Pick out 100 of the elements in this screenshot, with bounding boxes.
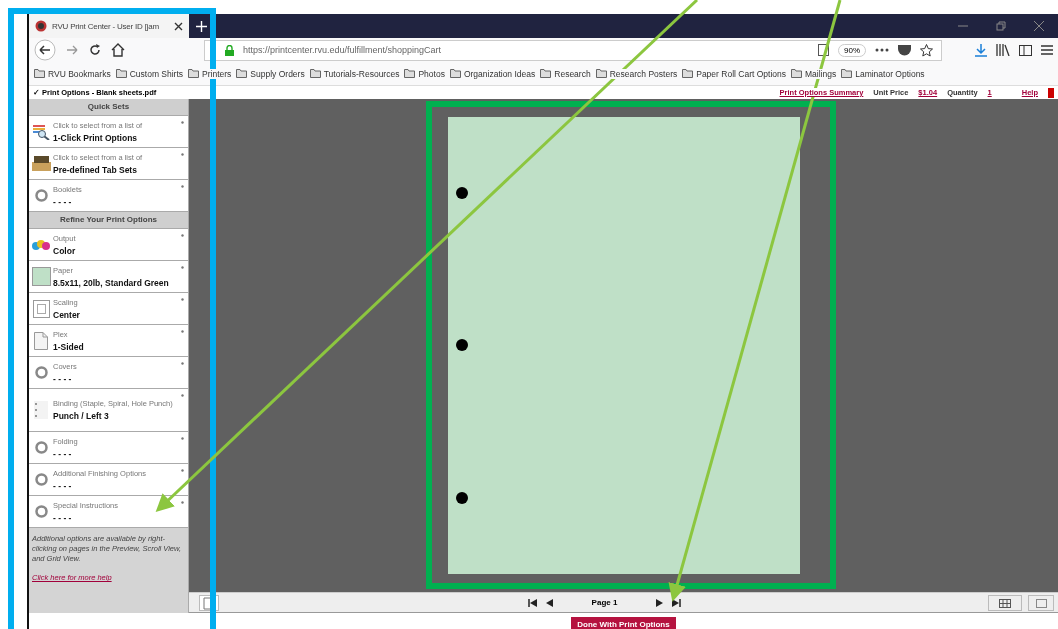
bookmark-label[interactable]: Mailings bbox=[805, 68, 837, 79]
bookmark-label[interactable]: Custom Shirts bbox=[129, 68, 184, 79]
bookmark[interactable]: Mailings bbox=[791, 68, 837, 79]
caret-icon bbox=[181, 394, 184, 397]
section-header: Quick Sets bbox=[29, 99, 188, 116]
bookmark-label[interactable]: Photos bbox=[418, 68, 445, 79]
folder-icon bbox=[236, 69, 248, 78]
caret-icon bbox=[181, 469, 184, 472]
bookmark[interactable]: RVU Bookmarks bbox=[34, 68, 111, 79]
close-icon[interactable] bbox=[174, 21, 183, 31]
tray-icon bbox=[31, 156, 51, 171]
bookmark-label[interactable]: RVU Bookmarks bbox=[48, 68, 111, 79]
ink-drops-icon bbox=[32, 239, 50, 250]
option-value: 1-Click Print Options bbox=[53, 132, 139, 143]
option-value: Pre-defined Tab Sets bbox=[53, 164, 138, 175]
folder-icon bbox=[404, 69, 416, 78]
bookmark[interactable]: Organization Ideas bbox=[449, 68, 536, 79]
caret-icon bbox=[181, 298, 184, 301]
globe-icon bbox=[35, 20, 47, 32]
option-value: - - - - bbox=[53, 373, 73, 384]
browser-tab[interactable]: RVU Print Center - User ID [jam bbox=[29, 14, 189, 38]
scaling-icon bbox=[32, 299, 50, 318]
option-value: - - - - bbox=[53, 512, 73, 523]
caret-icon bbox=[181, 185, 184, 188]
option-value: 1-Sided bbox=[53, 341, 84, 352]
caret-icon bbox=[181, 437, 184, 440]
grid-view-icon[interactable] bbox=[988, 594, 1022, 611]
option-value: - - - - bbox=[53, 448, 73, 459]
sidebar-icon[interactable] bbox=[1019, 44, 1032, 56]
bookmark[interactable]: Laminator Options bbox=[841, 68, 925, 79]
paper-swatch-icon bbox=[31, 267, 51, 286]
reload-icon[interactable] bbox=[88, 43, 102, 57]
done-button[interactable]: Done With Print Options bbox=[571, 617, 676, 629]
folder-icon bbox=[115, 69, 127, 78]
caret-icon bbox=[181, 362, 184, 365]
document-icon bbox=[34, 331, 48, 350]
home-icon[interactable] bbox=[111, 43, 125, 57]
address-bar[interactable]: https://printcenter.rvu.edu/fulfillment/shoppingCart 90% bbox=[204, 39, 942, 61]
punch-hole bbox=[455, 339, 468, 352]
new-tab-icon[interactable] bbox=[196, 20, 207, 32]
bookmark-label[interactable]: Organization Ideas bbox=[463, 68, 536, 79]
bookmark-label[interactable]: Research Posters bbox=[609, 68, 678, 79]
section-header: Refine Your Print Options bbox=[29, 212, 188, 229]
bookmark[interactable]: Supply Orders bbox=[236, 68, 305, 79]
status-marker bbox=[1048, 87, 1054, 98]
caret-icon bbox=[181, 501, 184, 504]
folder-icon bbox=[595, 69, 607, 78]
restore-icon[interactable] bbox=[996, 21, 1006, 31]
folder-icon bbox=[682, 69, 694, 78]
download-icon[interactable] bbox=[975, 43, 987, 57]
bookmark[interactable]: Research Posters bbox=[595, 68, 678, 79]
bookmark[interactable]: Research bbox=[540, 68, 591, 79]
folder-icon bbox=[188, 69, 200, 78]
lock-icon bbox=[225, 44, 234, 56]
folder-icon bbox=[34, 69, 45, 78]
option-value: - - - - bbox=[53, 480, 73, 491]
option-value: Punch / Left 3 bbox=[53, 411, 110, 421]
previous-page-icon[interactable] bbox=[545, 598, 554, 607]
folder-icon bbox=[841, 69, 853, 78]
caret-icon bbox=[181, 153, 184, 156]
option-value: Color bbox=[53, 245, 76, 256]
ring-icon bbox=[34, 366, 48, 379]
caret-icon bbox=[181, 121, 184, 124]
first-page-icon[interactable] bbox=[527, 598, 538, 607]
ring-icon bbox=[34, 473, 48, 486]
bookmark-label[interactable]: Printers bbox=[202, 68, 232, 79]
bookmark[interactable]: Tutorials-Resources bbox=[309, 68, 400, 79]
library-icon[interactable] bbox=[996, 44, 1010, 56]
page-number: Page 1 bbox=[591, 598, 618, 607]
caret-icon bbox=[181, 234, 184, 237]
punch-hole bbox=[455, 491, 468, 504]
bookmark[interactable]: Printers bbox=[188, 68, 232, 79]
next-page-icon[interactable] bbox=[655, 598, 664, 607]
scroll-view-icon[interactable] bbox=[1028, 594, 1054, 611]
ring-icon bbox=[34, 441, 48, 454]
ring-icon bbox=[34, 189, 48, 202]
bookmark[interactable]: Custom Shirts bbox=[115, 68, 184, 79]
bookmark-label[interactable]: Tutorials-Resources bbox=[323, 68, 400, 79]
hole-punch-icon bbox=[34, 401, 48, 419]
option-value: 8.5x11, 20lb, Standard Green bbox=[53, 277, 169, 288]
bookmark[interactable]: Photos bbox=[404, 68, 445, 79]
forward-icon[interactable] bbox=[65, 43, 79, 57]
folder-icon bbox=[791, 69, 802, 78]
folder-icon bbox=[449, 69, 461, 78]
list-search-icon bbox=[32, 123, 50, 140]
bookmark-label[interactable]: Supply Orders bbox=[250, 68, 305, 79]
folder-icon bbox=[309, 69, 321, 78]
reader-icon[interactable] bbox=[818, 44, 829, 56]
caret-icon bbox=[181, 330, 184, 333]
back-icon[interactable] bbox=[34, 39, 56, 61]
bookmark-label[interactable]: Laminator Options bbox=[855, 68, 925, 79]
more-icon[interactable] bbox=[875, 48, 889, 52]
option-value: - - - - bbox=[53, 196, 73, 207]
menu-icon[interactable] bbox=[1041, 45, 1053, 55]
last-page-icon[interactable] bbox=[671, 598, 682, 607]
option-value: Center bbox=[53, 309, 80, 320]
punch-hole bbox=[455, 187, 468, 200]
star-icon[interactable] bbox=[920, 43, 933, 57]
pocket-icon[interactable] bbox=[898, 44, 911, 56]
bookmark-label[interactable]: Research bbox=[554, 68, 591, 79]
